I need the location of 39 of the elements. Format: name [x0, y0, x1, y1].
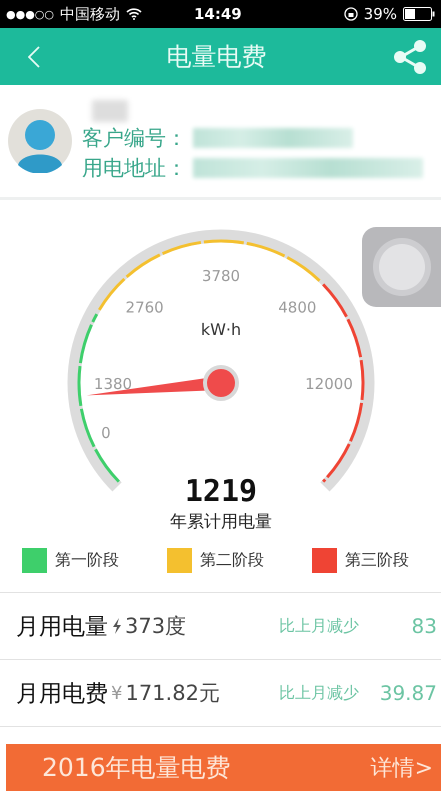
battery-icon [403, 7, 435, 21]
gauge-tick-label: 12000 [304, 375, 352, 393]
details-link[interactable]: 详情> [370, 752, 433, 782]
wifi-icon [126, 8, 142, 20]
back-icon[interactable] [28, 46, 40, 68]
comparison-value: 39.87 [378, 681, 437, 705]
gauge-tick-label: 1380 [93, 375, 132, 393]
legend-label: 第二阶段 [200, 550, 264, 571]
gauge-unit: kW·h [200, 320, 241, 339]
carrier-name: 中国移动 [60, 4, 120, 24]
gauge-tick-label: 2760 [125, 298, 164, 317]
clock-time: 14:49 [194, 5, 242, 23]
currency-sign: ¥ [111, 682, 122, 704]
gauge-tick-label: 0 [100, 424, 110, 442]
gauge-tick-label: 4800 [278, 298, 316, 317]
rotation-lock-icon [344, 7, 358, 21]
avatar-icon [8, 109, 72, 173]
yearly-summary-title: 2016年电量电费 [42, 752, 231, 784]
battery-percent: 39% [364, 5, 397, 23]
legend-label: 第三阶段 [345, 550, 409, 571]
field-label: 客户编号： [82, 125, 187, 152]
share-icon[interactable] [393, 38, 427, 74]
summary-label: 月用电费 [16, 680, 108, 708]
signal-dots: ●●●○○ [6, 8, 54, 20]
summary-value: 373度 [125, 613, 186, 640]
field-label: 用电地址： [82, 155, 187, 182]
assistive-touch-button[interactable] [362, 227, 441, 307]
summary-label: 月用电量 [16, 612, 108, 642]
legend-label: 第一阶段 [55, 550, 119, 571]
page-title: 电量电费 [166, 41, 266, 73]
lightning-icon [112, 618, 122, 634]
comparison-label: 比上月减少 [279, 682, 359, 704]
comparison-value: 83 [410, 614, 437, 638]
summary-value: 171.82元 [125, 680, 220, 707]
gauge-tick-label: 3780 [201, 267, 240, 285]
gauge-reading: 1219 [184, 474, 257, 509]
gauge-caption: 年累计用电量 [170, 512, 272, 532]
blurred-name [92, 100, 128, 122]
comparison-label: 比上月减少 [279, 616, 359, 636]
